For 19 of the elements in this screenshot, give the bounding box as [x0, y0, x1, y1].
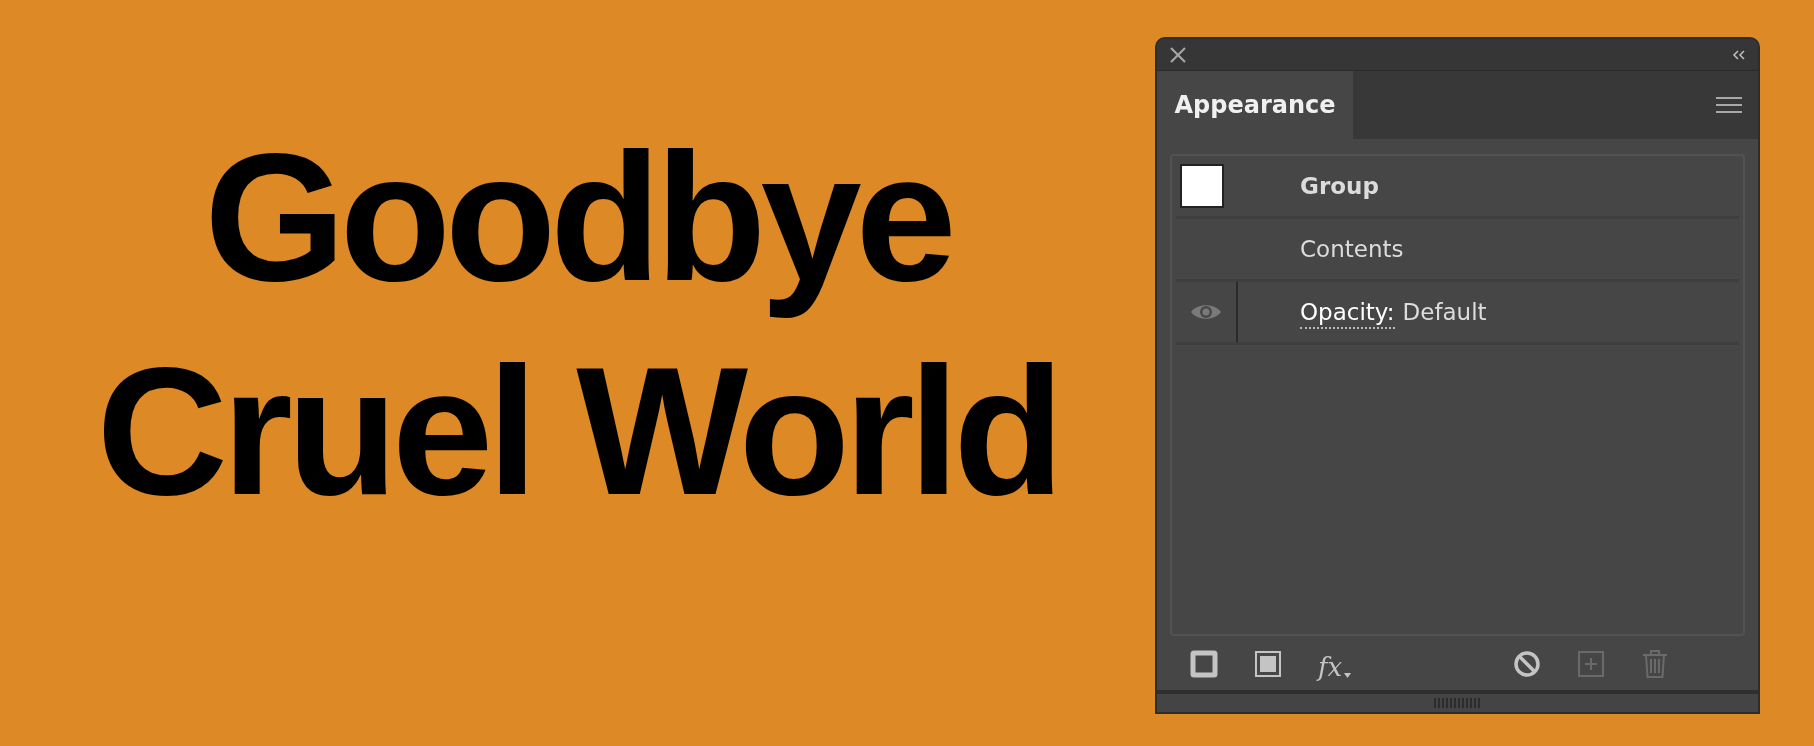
prohibited-icon: [1513, 650, 1541, 678]
trash-icon: [1641, 649, 1669, 679]
opacity-value: Default: [1402, 297, 1487, 327]
headline-text: Cruel World: [96, 328, 1059, 535]
thumbnail-swatch: [1180, 164, 1224, 208]
headline-text: Goodbye: [204, 114, 951, 321]
grip-icon[interactable]: [1433, 698, 1482, 708]
plus-square-icon: [1577, 650, 1605, 678]
menu-icon[interactable]: [1716, 96, 1742, 114]
contents-label[interactable]: Contents: [1300, 231, 1404, 267]
square-outline-icon: [1190, 650, 1218, 678]
collapse-icon[interactable]: [1732, 49, 1746, 60]
filled-square-icon: [1254, 650, 1282, 678]
opacity-link[interactable]: Opacity:: [1300, 297, 1395, 329]
object-label: Group: [1300, 171, 1379, 201]
effects-button[interactable]: fx: [1314, 648, 1356, 680]
panel-tab[interactable]: Appearance: [1157, 71, 1353, 139]
close-icon[interactable]: [1169, 45, 1187, 64]
dropdown-triangle-icon: [1344, 673, 1352, 678]
